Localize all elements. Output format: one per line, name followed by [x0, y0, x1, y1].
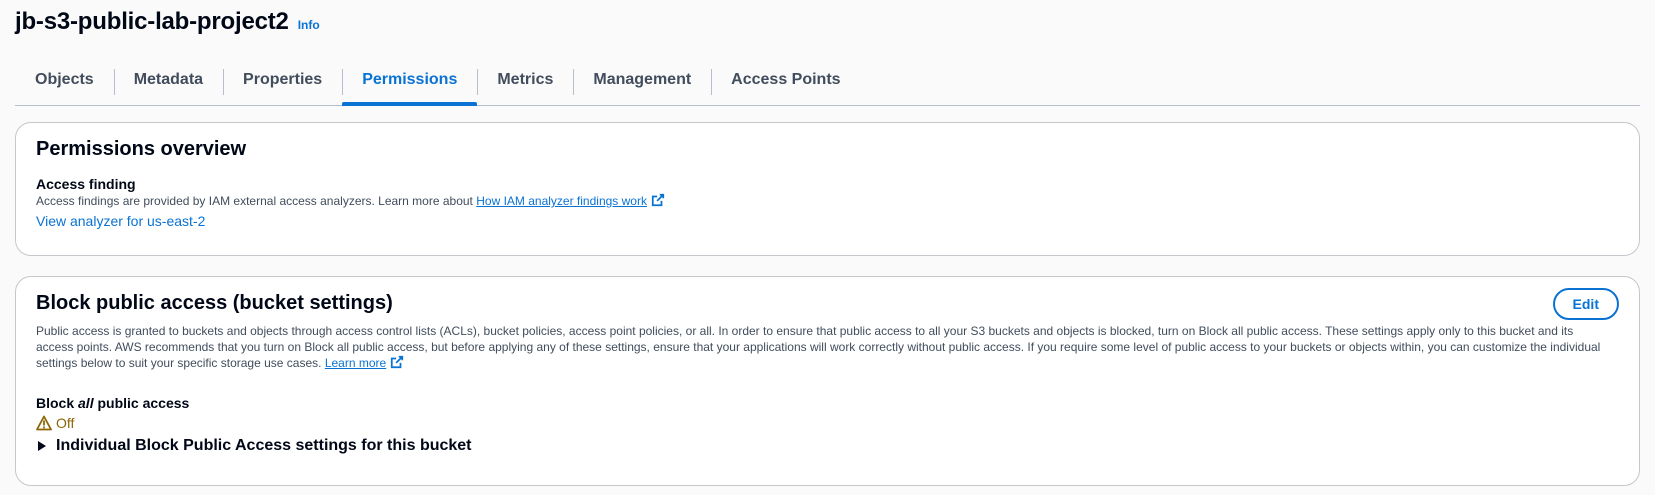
view-analyzer-link[interactable]: View analyzer for us-east-2: [36, 211, 205, 231]
block-public-access-description-text: Public access is granted to buckets and …: [36, 324, 1601, 370]
edit-button[interactable]: Edit: [1552, 288, 1619, 320]
tab-metrics[interactable]: Metrics: [477, 55, 573, 105]
tab-properties[interactable]: Properties: [223, 55, 342, 105]
block-all-public-access-label: Block all public access: [36, 395, 1619, 411]
status-off-text: Off: [56, 415, 75, 431]
tab-objects[interactable]: Objects: [15, 55, 114, 105]
iam-analyzer-findings-link-label: How IAM analyzer findings work: [476, 194, 647, 208]
block-public-access-panel: Block public access (bucket settings) Ed…: [15, 276, 1640, 486]
access-finding-heading: Access finding: [36, 176, 136, 192]
external-link-icon: [651, 193, 665, 207]
page-title: jb-s3-public-lab-project2: [15, 8, 289, 35]
block-all-prefix: Block: [36, 395, 75, 411]
access-finding-description: Access findings are provided by IAM exte…: [36, 193, 1619, 209]
permissions-overview-title: Permissions overview: [36, 138, 247, 160]
caret-right-icon: [38, 441, 46, 451]
bucket-page: jb-s3-public-lab-project2 Info Objects M…: [0, 0, 1655, 486]
external-link-icon: [391, 355, 404, 369]
block-public-access-title: Block public access (bucket settings): [36, 292, 393, 314]
individual-settings-label: Individual Block Public Access settings …: [56, 437, 472, 454]
tab-management[interactable]: Management: [573, 55, 711, 105]
learn-more-link[interactable]: Learn more: [324, 355, 404, 370]
individual-settings-expander[interactable]: Individual Block Public Access settings …: [36, 437, 1619, 455]
tab-bar: Objects Metadata Properties Permissions …: [15, 55, 1640, 106]
access-finding-text: Access findings are provided by IAM exte…: [36, 194, 473, 208]
block-public-access-description: Public access is granted to buckets and …: [36, 323, 1619, 371]
block-all-emphasis: all: [78, 395, 94, 411]
block-all-suffix: public access: [97, 395, 190, 411]
iam-analyzer-findings-link[interactable]: How IAM analyzer findings work: [476, 193, 665, 208]
tab-access-points[interactable]: Access Points: [711, 55, 860, 105]
block-all-status: Off: [36, 415, 1619, 431]
learn-more-link-label: Learn more: [324, 356, 387, 370]
info-link[interactable]: Info: [298, 18, 320, 32]
warning-icon: [36, 415, 52, 431]
page-header: jb-s3-public-lab-project2 Info: [15, 0, 1640, 50]
tab-permissions[interactable]: Permissions: [342, 55, 478, 106]
tab-metadata[interactable]: Metadata: [113, 55, 223, 105]
permissions-overview-panel: Permissions overview Access finding Acce…: [15, 122, 1640, 256]
